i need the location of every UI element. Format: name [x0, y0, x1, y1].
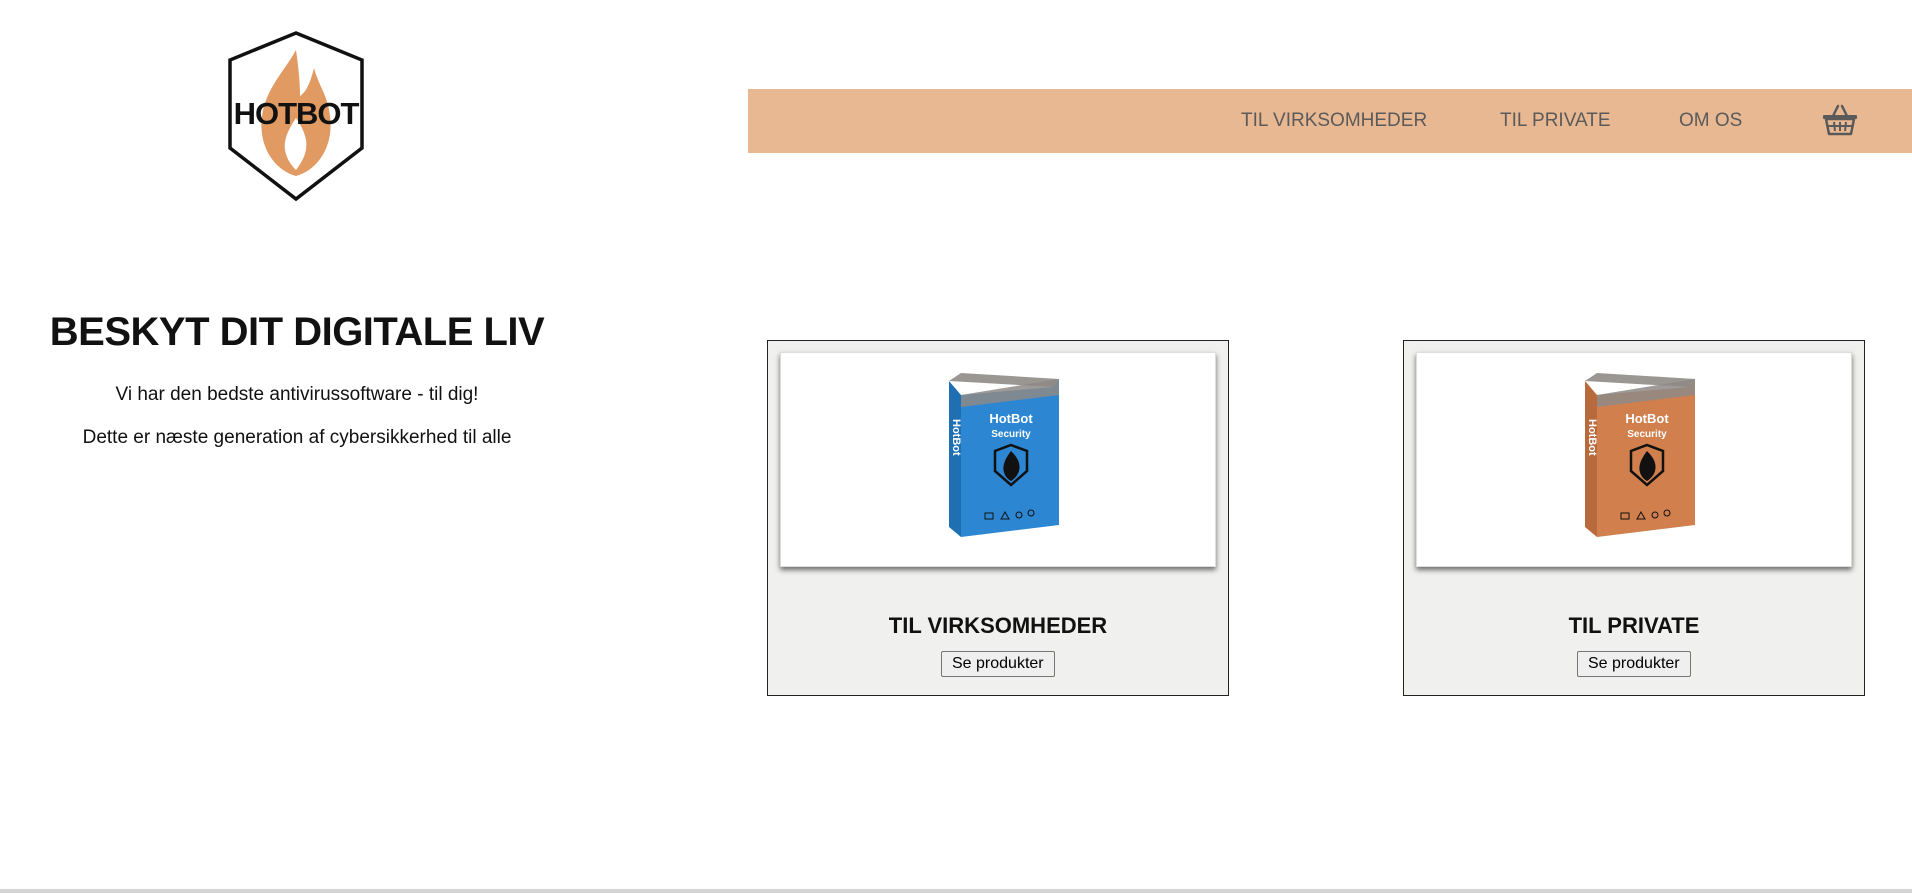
nav-link-virksomheder[interactable]: TIL VIRKSOMHEDER — [1241, 89, 1427, 153]
page-bottom-divider — [0, 889, 1912, 893]
se-produkter-virksomheder-button[interactable]: Se produkter — [941, 651, 1055, 677]
software-box-blue-icon: HotBot Security HotBot — [949, 373, 1059, 537]
main-nav: TIL VIRKSOMHEDER TIL PRIVATE OM OS — [748, 89, 1912, 153]
box-side-brand-text: HotBot — [950, 419, 962, 456]
box-product-text: Security — [991, 429, 1031, 440]
product-card-virksomheder: HotBot Security HotBot TIL VIRKSOMHEDER … — [767, 340, 1229, 696]
product-card-private: HotBot Security HotBot TIL PRIVATE Se pr… — [1403, 340, 1865, 696]
product-image-virksomheder: HotBot Security HotBot — [780, 352, 1216, 567]
box-brand-text: HotBot — [989, 411, 1033, 426]
box-brand-text: HotBot — [1625, 411, 1669, 426]
product-image-private: HotBot Security HotBot — [1416, 352, 1852, 567]
logo-text: HOTBOT — [233, 96, 360, 131]
hero-tagline: Vi har den bedste antivirussoftware - ti… — [115, 384, 479, 405]
hero-subtagline: Dette er næste generation af cybersikker… — [82, 427, 512, 448]
box-side-brand-text: HotBot — [1586, 419, 1598, 456]
hotbot-logo[interactable]: HOTBOT — [226, 30, 366, 202]
nav-link-private[interactable]: TIL PRIVATE — [1500, 89, 1611, 153]
card-title-virksomheder: TIL VIRKSOMHEDER — [888, 613, 1108, 638]
nav-link-om-os[interactable]: OM OS — [1679, 89, 1742, 153]
hero-section: BESKYT DIT DIGITALE LIV Vi har den bedst… — [0, 310, 594, 449]
card-title-private: TIL PRIVATE — [1568, 613, 1700, 638]
se-produkter-private-button[interactable]: Se produkter — [1577, 651, 1691, 677]
box-product-text: Security — [1627, 429, 1667, 440]
hero-title: BESKYT DIT DIGITALE LIV — [49, 310, 545, 354]
basket-icon[interactable] — [1822, 102, 1858, 138]
software-box-orange-icon: HotBot Security HotBot — [1585, 373, 1695, 537]
